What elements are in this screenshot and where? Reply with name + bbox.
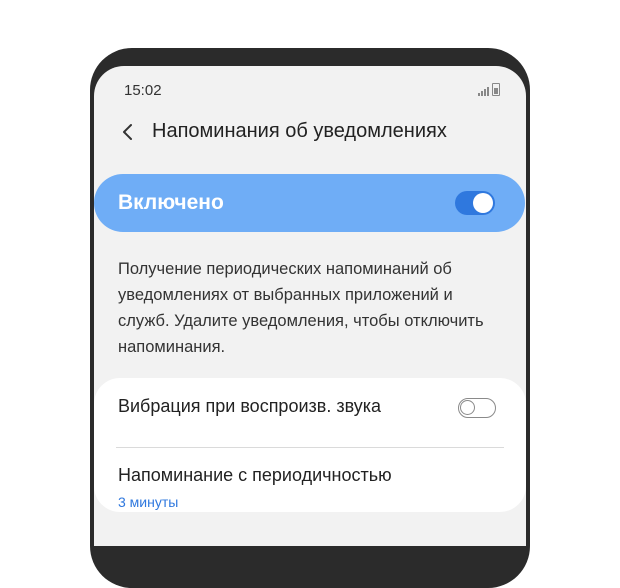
master-switch[interactable]: Включено — [94, 174, 525, 232]
master-switch-label: Включено — [118, 191, 224, 214]
status-bar: 15:02 — [94, 66, 526, 110]
status-time: 15:02 — [124, 82, 162, 99]
vibration-label: Вибрация при воспроизв. звука — [118, 396, 382, 416]
master-toggle[interactable] — [455, 191, 495, 215]
signal-icon — [478, 87, 489, 96]
toggle-knob — [460, 400, 475, 415]
page-title: Напоминания об уведомлениях — [152, 120, 447, 142]
vibration-setting-row[interactable]: Вибрация при воспроизв. звука — [94, 378, 526, 438]
back-button[interactable] — [114, 118, 142, 146]
toggle-knob — [473, 193, 493, 213]
battery-icon — [492, 83, 500, 96]
reminder-interval-row[interactable]: Напоминание с периодичностью 3 минуты — [94, 448, 526, 512]
settings-screen: 15:02 Напоминания об уведомлениях Включе… — [94, 66, 526, 546]
description-text: Получение периодических напоминаний об у… — [118, 260, 484, 356]
status-icons — [478, 83, 500, 96]
reminder-interval-value: 3 минуты — [118, 494, 179, 510]
chevron-left-icon — [123, 124, 132, 140]
reminder-interval-label: Напоминание с периодичностью — [118, 465, 392, 485]
vibration-toggle[interactable] — [458, 398, 496, 418]
header: Напоминания об уведомлениях — [94, 112, 526, 152]
settings-card: Вибрация при воспроизв. звука Напоминани… — [94, 378, 526, 512]
